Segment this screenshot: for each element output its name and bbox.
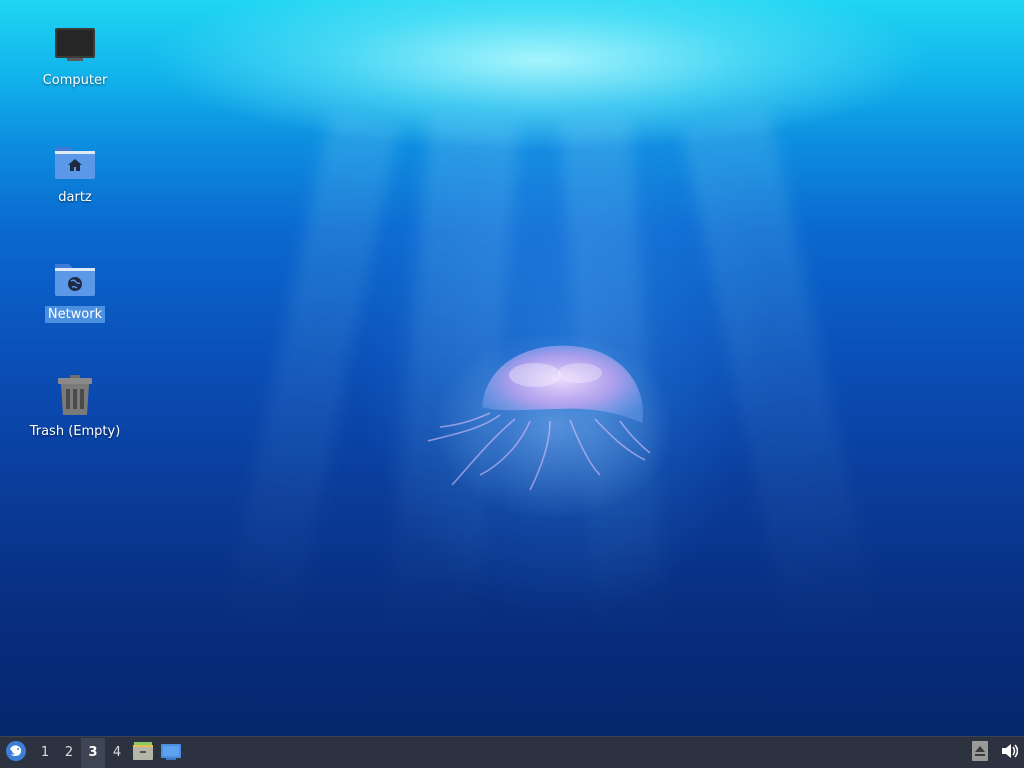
desktop-icon-home-folder[interactable]: dartz: [20, 137, 130, 206]
workspace-3-button[interactable]: 3: [81, 737, 105, 768]
taskbar: 1 2 3 4: [0, 736, 1024, 768]
desktop-icon-network[interactable]: Network: [20, 254, 130, 323]
volume-button[interactable]: [996, 737, 1022, 768]
desktop-icon-label: dartz: [58, 190, 92, 205]
desktop-icon-label: Trash (Empty): [29, 424, 121, 439]
computer-icon: [51, 20, 99, 68]
desktop-icon-label: Network: [44, 306, 106, 323]
desktop-icon-label: Computer: [42, 73, 108, 88]
workspace-2-button[interactable]: 2: [57, 738, 81, 768]
jellyfish-image: [427, 335, 670, 520]
file-manager-launcher[interactable]: [129, 738, 157, 768]
workspace-1-button[interactable]: 1: [33, 738, 57, 768]
trash-icon: [51, 371, 99, 419]
desktop-icon-computer[interactable]: Computer: [20, 20, 130, 89]
applications-menu-button[interactable]: [1, 738, 31, 768]
show-desktop-button[interactable]: [157, 738, 185, 768]
xfce-mouse-icon: [5, 740, 27, 766]
show-desktop-icon: [160, 741, 182, 765]
eject-icon: [972, 740, 988, 765]
home-folder-icon: [51, 137, 99, 185]
eject-button[interactable]: [968, 737, 992, 768]
file-cabinet-icon: [132, 741, 154, 765]
volume-icon: [1000, 742, 1019, 764]
desktop-wallpaper[interactable]: Computer dartz Network Trash (Empty): [0, 0, 1024, 736]
network-folder-icon: [51, 254, 99, 302]
desktop-icon-trash[interactable]: Trash (Empty): [20, 371, 130, 440]
workspace-4-button[interactable]: 4: [105, 738, 129, 768]
